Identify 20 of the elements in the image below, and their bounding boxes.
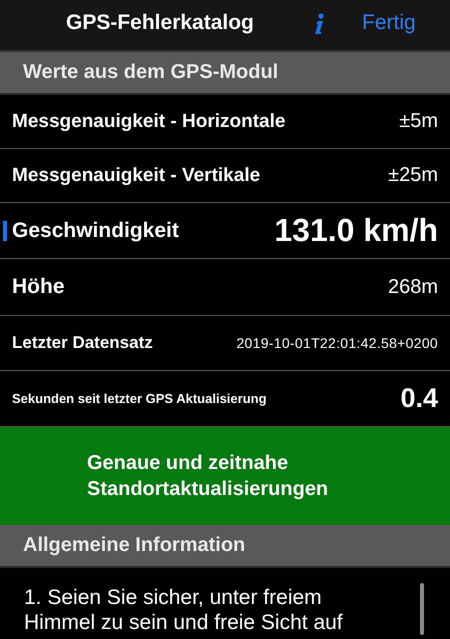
section-header: Werte aus dem GPS-Modul bbox=[0, 52, 450, 95]
row-value: ±25m bbox=[388, 164, 438, 187]
row-label: Sekunden seit letzter GPS Aktualisierung bbox=[12, 391, 267, 406]
section-header: Allgemeine Information bbox=[0, 525, 450, 568]
row-value: 268m bbox=[388, 276, 438, 298]
row-label: Höhe bbox=[12, 275, 64, 299]
info-icon[interactable] bbox=[313, 13, 325, 35]
row-value: 2019-10-01T22:01:42.58+0200 bbox=[236, 335, 438, 351]
row-label: Messgenauigkeit - Vertikale bbox=[12, 164, 260, 186]
row-label: Geschwindigkeit bbox=[12, 218, 179, 242]
row-label: Messgenauigkeit - Horizontale bbox=[12, 110, 286, 132]
row-value: 131.0 km/h bbox=[274, 212, 438, 249]
window-title: GPS-Fehlerkatalog bbox=[66, 11, 254, 35]
info-paragraph: 1. Seien Sie sicher, unter freiem Himmel zu sein und freie Sicht auf bbox=[24, 585, 344, 635]
done-button[interactable]: Fertig bbox=[362, 11, 416, 35]
row-value: 0.4 bbox=[400, 383, 438, 414]
scrollbar bbox=[420, 583, 424, 635]
row-value: ±5m bbox=[399, 110, 438, 133]
status-banner: Genaue und zeitnahe Standortaktualisierungen bbox=[0, 427, 450, 525]
row-label: Letzter Datensatz bbox=[12, 333, 153, 353]
